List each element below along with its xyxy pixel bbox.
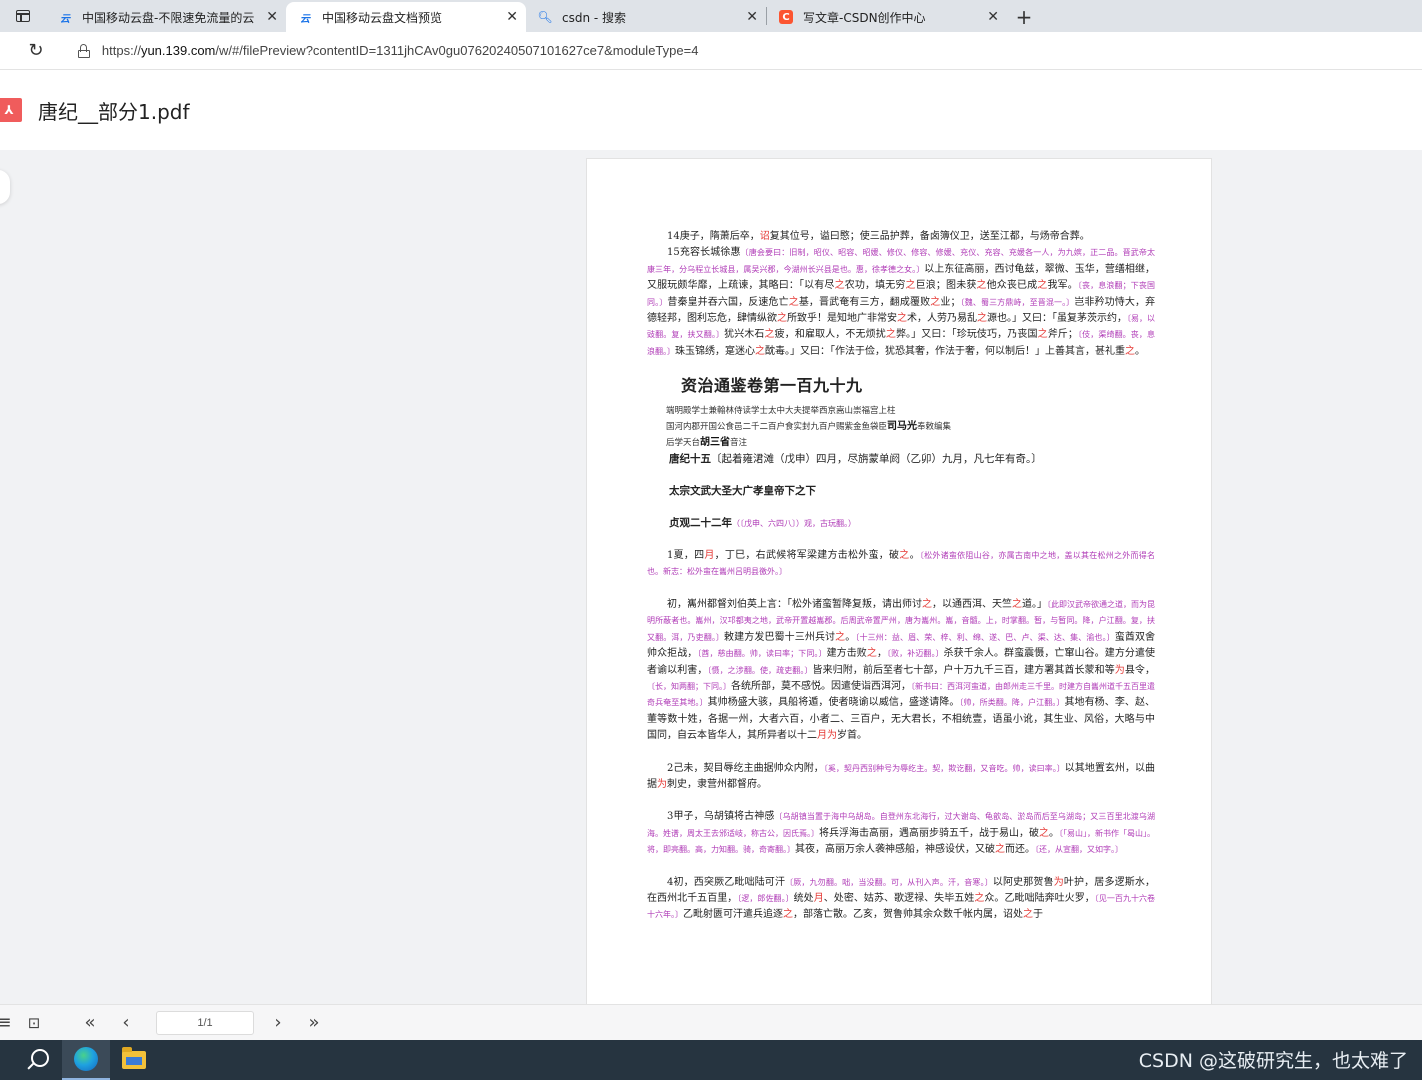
paragraph-14: 14庚子，隋萧后卒，诏复其位号，谥曰愍；使三品护葬，备卤簿仪卫，送至江都，与炀帝… xyxy=(667,231,1090,242)
watermark: CSDN @这破研究生，也太难了 xyxy=(1138,1050,1408,1072)
section-title: 太宗文武大圣大广孝皇帝下之下 xyxy=(669,484,816,497)
tab-doc-preview[interactable]: 云 中国移动云盘文档预览 ✕ xyxy=(286,2,526,32)
back-arrow-icon[interactable]: ‹ xyxy=(0,42,10,60)
tab-actions-button[interactable] xyxy=(0,0,46,32)
edge-icon xyxy=(74,1047,98,1071)
volume-title: 资治通鉴卷第一百九十九 xyxy=(681,376,863,396)
taskbar-search-button[interactable] xyxy=(14,1040,62,1080)
close-icon[interactable]: ✕ xyxy=(506,9,518,25)
tab-title: csdn - 搜索 xyxy=(562,10,627,25)
close-icon[interactable]: ✕ xyxy=(266,9,278,25)
reload-icon: ↻ xyxy=(28,40,44,61)
new-tab-button[interactable]: + xyxy=(1007,2,1041,32)
tab-strip: 云 中国移动云盘-不限速免流量的云 ✕ 云 中国移动云盘文档预览 ✕ 🔍︎ cs… xyxy=(0,0,1422,32)
sidebar-toggle-button[interactable] xyxy=(0,170,10,204)
paragraph-3: 3甲子，乌胡镇将古神感〔乌胡镇当置于海中乌胡岛。自登州东北海行，过大谢岛、龟歆岛… xyxy=(647,811,1155,856)
plus-icon: + xyxy=(1015,5,1033,29)
paragraph-1b: 初，巂州都督刘伯英上言：「松外诸蛮暂降复叛，请出师讨之，以通西洱、天竺之道。」〔… xyxy=(647,598,1156,742)
pdf-viewer: 14庚子，隋萧后卒，诏复其位号，谥曰愍；使三品护葬，备卤簿仪卫，送至江都，与炀帝… xyxy=(0,150,1422,1008)
tab-title: 写文章-CSDN创作中心 xyxy=(803,10,926,25)
page-number-input[interactable]: 1/1 xyxy=(156,1010,254,1035)
url-text: https://yun.139.com/w/#/filePreview?cont… xyxy=(101,43,699,58)
annotator-line: 后学天台胡三省音注 xyxy=(666,436,748,448)
era-line: 唐纪十五〔起着雍涒滩（戊申）四月，尽旃蒙单阏（乙卯）九月，凡七年有奇。〕 xyxy=(669,452,1042,465)
pdf-icon: ⅄ xyxy=(0,98,22,122)
page-text: 14庚子，隋萧后卒，诏复其位号，谥曰愍；使三品护葬，备卤簿仪卫，送至江都，与炀帝… xyxy=(647,229,1155,924)
search-icon xyxy=(31,1049,49,1067)
url-field[interactable]: https://yun.139.com/w/#/filePreview?cont… xyxy=(63,35,1422,66)
menu-icon[interactable]: ≡ xyxy=(0,1011,12,1035)
paragraph-4: 4初，西突厥乙毗咄陆可汗〔厥，九勿翻。咄，当没翻。可，从刊入声。汗，音寒。〕以阿… xyxy=(647,876,1156,921)
folder-icon xyxy=(122,1047,146,1069)
paragraph-15: 15充容长城徐惠〔唐会要曰：旧制，昭仪、昭容、昭媛、修仪、修容、修媛、充仪、充容… xyxy=(647,247,1156,357)
next-page-icon[interactable]: › xyxy=(266,1011,290,1035)
taskbar-edge-button[interactable] xyxy=(62,1040,110,1080)
address-bar: ‹ ↻ https://yun.139.com/w/#/filePreview?… xyxy=(0,32,1422,70)
csdn-icon: C xyxy=(779,10,793,24)
close-icon[interactable]: ✕ xyxy=(746,9,758,25)
reload-button[interactable]: ↻ xyxy=(22,37,50,65)
tab-actions-icon xyxy=(16,10,30,22)
close-icon[interactable]: ✕ xyxy=(987,9,999,25)
tab-title: 中国移动云盘-不限速免流量的云 xyxy=(82,10,255,25)
author-line-2: 国河内郡开国公食邑二千二百户食实封九百户赐紫金鱼袋臣司马光奉敕编集 xyxy=(666,420,952,432)
first-page-icon[interactable]: « xyxy=(78,1011,102,1035)
author-line-1: 端明殿学士兼翰林侍读学士太中大夫提举西京嵩山崇福宫上柱 xyxy=(666,405,896,416)
tab-title: 中国移动云盘文档预览 xyxy=(322,10,443,25)
year-heading: 贞观二十二年（〔戊申、六四八〕）观，古玩翻。） xyxy=(669,517,856,530)
taskbar-explorer-button[interactable] xyxy=(110,1040,158,1080)
last-page-icon[interactable]: » xyxy=(302,1011,326,1035)
tab-csdn-search[interactable]: 🔍︎ csdn - 搜索 ✕ xyxy=(526,2,766,32)
document-header: ⅄ 唐纪__部分1.pdf xyxy=(0,70,1422,150)
cloud-icon: 云 xyxy=(300,13,310,25)
lock-icon[interactable] xyxy=(77,43,90,58)
tab-csdn-write[interactable]: C 写文章-CSDN创作中心 ✕ xyxy=(767,2,1007,32)
viewer-toolbar: ≡ ⊡ « ‹ 1/1 › » xyxy=(0,1004,1422,1040)
tab-yun-cloud[interactable]: 云 中国移动云盘-不限速免流量的云 ✕ xyxy=(46,2,286,32)
prev-page-icon[interactable]: ‹ xyxy=(114,1011,138,1035)
paragraph-2: 2己未，契目辱纥主曲据帅众内附，〔奚，契丹西别种号为辱纥主。契，欺讫翻，又音吃。… xyxy=(647,762,1156,790)
document-title: 唐纪__部分1.pdf xyxy=(38,99,190,124)
cloud-icon: 云 xyxy=(60,13,70,25)
search-icon: 🔍︎ xyxy=(537,10,553,24)
paragraph-1: 1夏，四月，丁巳，右武候将军梁建方击松外蛮，破之。〔松外诸蛮依阻山谷，亦属古南中… xyxy=(647,550,1156,577)
pdf-page: 14庚子，隋萧后卒，诏复其位号，谥曰愍；使三品护葬，备卤簿仪卫，送至江都，与炀帝… xyxy=(586,158,1212,1008)
thumbnail-icon[interactable]: ⊡ xyxy=(22,1011,46,1035)
